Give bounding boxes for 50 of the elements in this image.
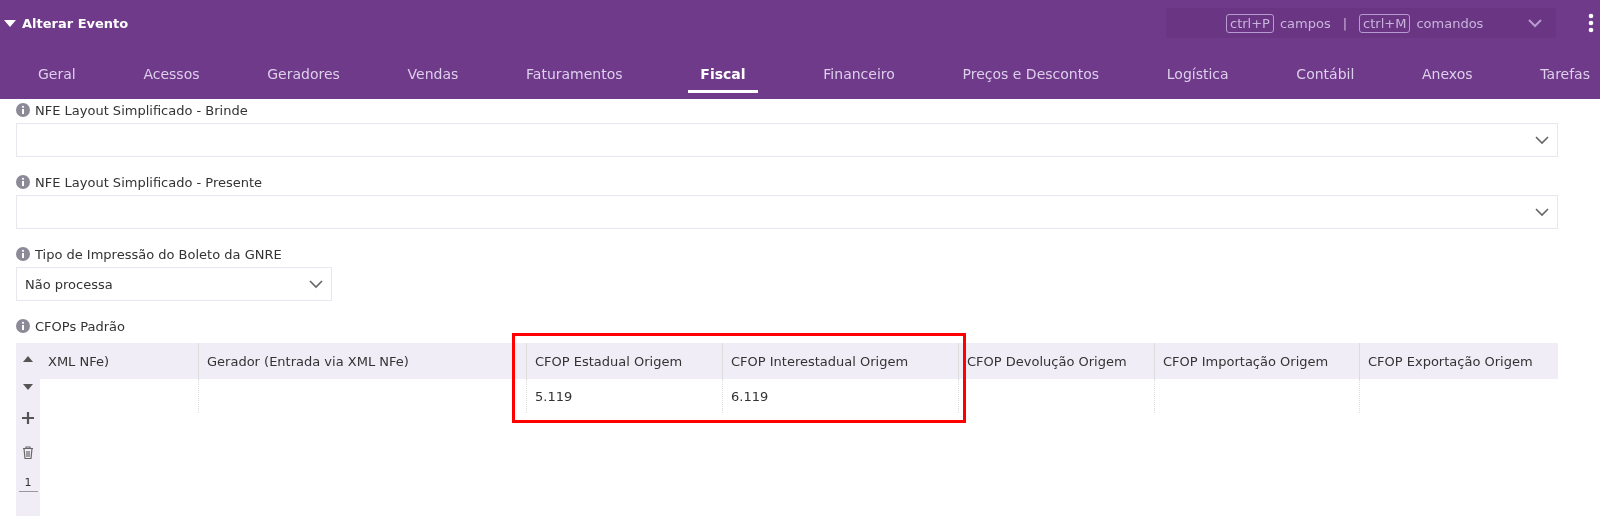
- tab[interactable]: Geradores: [265, 60, 342, 93]
- tab[interactable]: Vendas: [405, 60, 461, 93]
- column-header[interactable]: Gerador (Entrada via XML NFe): [198, 343, 526, 379]
- chevron-down-icon: [1535, 207, 1549, 217]
- tab[interactable]: Contábil: [1294, 60, 1357, 93]
- tab[interactable]: Tarefas: [1538, 60, 1592, 93]
- dropdown-field[interactable]: [16, 123, 1558, 157]
- field-label: Tipo de Impressão do Boleto da GNRE: [35, 246, 282, 262]
- tab[interactable]: Anexos: [1420, 60, 1475, 93]
- page-number[interactable]: 1: [18, 476, 38, 492]
- info-icon: [16, 103, 30, 117]
- info-icon: [16, 175, 30, 189]
- column-header[interactable]: CFOP Interestadual Origem: [722, 343, 958, 379]
- column-header[interactable]: CFOP Estadual Origem: [526, 343, 722, 379]
- shortcut-key: ctrl+P: [1226, 13, 1274, 33]
- tab[interactable]: Geral: [36, 60, 78, 93]
- command-bar[interactable]: ctrl+P campos | ctrl+M comandos: [1166, 8, 1556, 38]
- dropdown-field[interactable]: Não processa: [16, 267, 332, 301]
- field-label: CFOPs Padrão: [35, 318, 126, 334]
- move-down-icon[interactable]: [23, 384, 33, 390]
- trash-icon[interactable]: [22, 446, 34, 460]
- tab[interactable]: Financeiro: [821, 60, 897, 93]
- tab[interactable]: Faturamentos: [524, 60, 625, 93]
- table-cell[interactable]: 6.119: [722, 379, 958, 413]
- field-label: NFE Layout Simplificado - Brinde: [35, 102, 248, 118]
- column-header[interactable]: XML NFe): [40, 343, 198, 379]
- tab[interactable]: Logística: [1164, 60, 1231, 93]
- table-cell[interactable]: 5.119: [526, 379, 722, 413]
- collapse-caret-icon[interactable]: [4, 19, 16, 27]
- dropdown-field[interactable]: [16, 195, 1558, 229]
- info-icon: [16, 319, 30, 333]
- tab[interactable]: Fiscal: [688, 60, 758, 93]
- column-header[interactable]: CFOP Devolução Origem: [958, 343, 1154, 379]
- add-icon[interactable]: [22, 412, 34, 424]
- chevron-down-icon[interactable]: [1528, 18, 1542, 28]
- info-icon: [16, 247, 30, 261]
- field-label: NFE Layout Simplificado - Presente: [35, 174, 263, 190]
- shortcut-key: ctrl+M: [1359, 13, 1411, 33]
- more-icon[interactable]: [1588, 13, 1594, 33]
- tab[interactable]: Acessos: [141, 60, 202, 93]
- window-title: Alterar Evento: [22, 15, 129, 31]
- move-up-icon[interactable]: [23, 356, 33, 362]
- shortcut-label: comandos: [1416, 15, 1484, 31]
- column-header[interactable]: CFOP Importação Origem: [1154, 343, 1359, 379]
- column-header[interactable]: CFOP Exportação Origem: [1359, 343, 1558, 379]
- separator-text: |: [1342, 15, 1348, 31]
- chevron-down-icon: [1535, 135, 1549, 145]
- tab[interactable]: Preços e Descontos: [960, 60, 1102, 93]
- shortcut-label: campos: [1279, 15, 1331, 31]
- chevron-down-icon: [309, 279, 323, 289]
